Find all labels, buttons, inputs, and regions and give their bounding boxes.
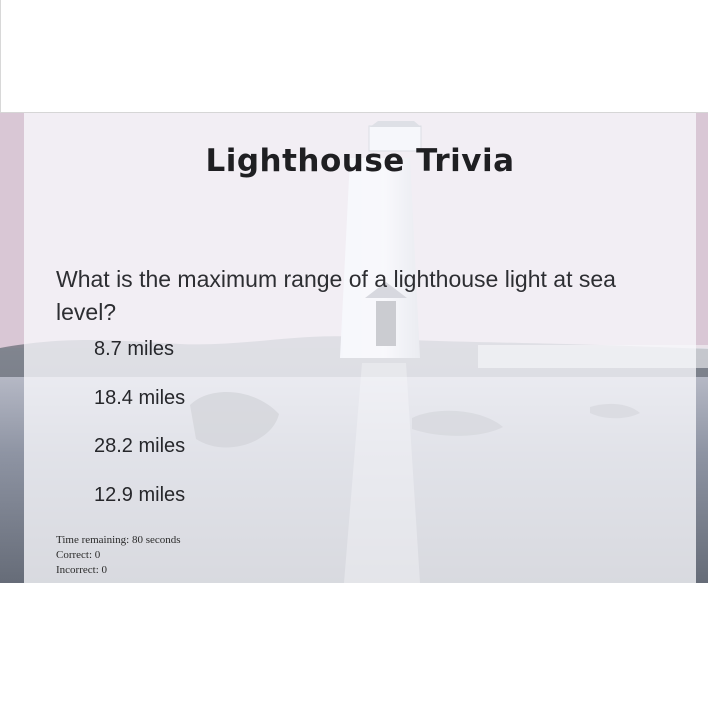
game-status: Time remaining: 80 seconds Correct: 0 In… (56, 533, 181, 578)
incorrect-count-text: Incorrect: 0 (56, 564, 107, 576)
answer-option-1[interactable]: 8.7 miles (94, 338, 314, 387)
background-right-strip (696, 113, 708, 583)
background-left-strip (0, 113, 24, 583)
trivia-background-scene: Lighthouse Trivia What is the maximum ra… (0, 112, 708, 583)
answer-option-2[interactable]: 18.4 miles (94, 387, 314, 436)
answer-option-4[interactable]: 12.9 miles (94, 484, 314, 533)
answer-options: 8.7 miles 18.4 miles 28.2 miles 12.9 mil… (94, 338, 314, 532)
top-edge-line (0, 0, 1, 112)
answer-option-3[interactable]: 28.2 miles (94, 435, 314, 484)
page-title: Lighthouse Trivia (205, 143, 515, 179)
time-remaining-text: Time remaining: 80 seconds (56, 534, 181, 546)
correct-count-text: Correct: 0 (56, 549, 101, 561)
question-text: What is the maximum range of a lighthous… (56, 266, 616, 325)
